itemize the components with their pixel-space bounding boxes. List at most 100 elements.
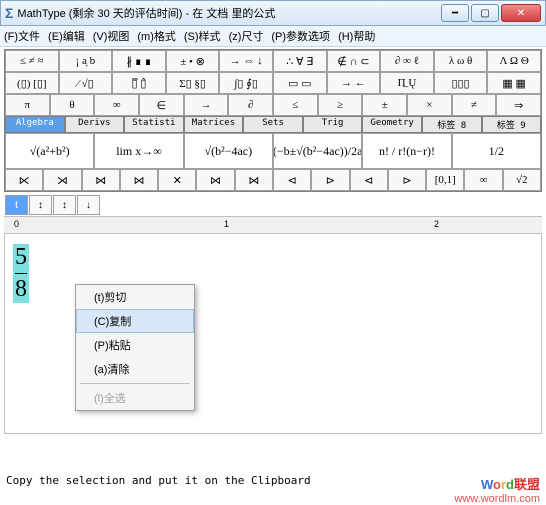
template-1[interactable]: lim x→∞ xyxy=(94,133,183,169)
template-5[interactable]: 1/2 xyxy=(452,133,541,169)
symrow2-3[interactable]: Σ▯ §▯ xyxy=(166,72,220,94)
template-3[interactable]: (−b±√(b²−4ac))/2a xyxy=(273,133,362,169)
template-2[interactable]: √(b²−4ac) xyxy=(184,133,273,169)
ruler-mark-1: 1 xyxy=(224,219,229,229)
symrow3-4[interactable]: → xyxy=(184,94,229,116)
symrow2-5[interactable]: ▭ ▭ xyxy=(273,72,327,94)
symrow4-5[interactable]: ⋈ xyxy=(196,169,234,191)
fraction-selection[interactable]: 5 8 xyxy=(13,244,29,303)
menu-bar: (F)文件 (E)编辑 (V)视图 (m)格式 (S)样式 (z)尺寸 (P)参… xyxy=(0,26,546,47)
menu-size[interactable]: (z)尺寸 xyxy=(229,28,264,44)
symrow4-3[interactable]: ⋈ xyxy=(120,169,158,191)
symrow4-10[interactable]: ⊳ xyxy=(388,169,426,191)
tool-updown-1[interactable]: ↕ xyxy=(29,195,52,215)
symrow4-6[interactable]: ⋈ xyxy=(235,169,273,191)
symrow4-2[interactable]: ⋈ xyxy=(82,169,120,191)
ctx-selectall: (l)全选 xyxy=(76,386,194,410)
watermark-url: www.wordlm.com xyxy=(454,493,540,505)
symrow1-5[interactable]: ∴ ∀ ∃ xyxy=(273,50,327,72)
ctx-separator xyxy=(80,383,190,384)
ruler-mark-0: 0 xyxy=(14,219,19,229)
symrow3-10[interactable]: ≠ xyxy=(452,94,497,116)
tool-down[interactable]: ↓ xyxy=(77,195,100,215)
template-0[interactable]: √(a²+b²) xyxy=(5,133,94,169)
window-title: MathType (剩余 30 天的评估时间) - 在 文档 里的公式 xyxy=(17,5,441,21)
symrow4-0[interactable]: ⋉ xyxy=(5,169,43,191)
symrow3-3[interactable]: ∈ xyxy=(139,94,184,116)
symrow2-0[interactable]: (▯) [▯] xyxy=(5,72,59,94)
window-buttons: ━ ▢ ✕ xyxy=(441,4,541,22)
symrow1-2[interactable]: ∦ ∎ ∎ xyxy=(112,50,166,72)
symrow1-7[interactable]: ∂ ∞ ℓ xyxy=(380,50,434,72)
app-icon: Σ xyxy=(5,5,13,21)
symrow2-4[interactable]: ∫▯ ∮▯ xyxy=(219,72,273,94)
fraction-numerator: 5 xyxy=(15,244,27,271)
menu-style[interactable]: (S)样式 xyxy=(184,28,221,44)
watermark: Word联盟 www.wordlm.com xyxy=(454,474,540,505)
tool-t[interactable]: t xyxy=(5,195,28,215)
tab-geometry[interactable]: Geometry xyxy=(362,116,422,133)
symrow3-0[interactable]: π xyxy=(5,94,50,116)
maximize-button[interactable]: ▢ xyxy=(471,4,499,22)
symrow4-4[interactable]: ✕ xyxy=(158,169,196,191)
ctx-cut[interactable]: (t)剪切 xyxy=(76,285,194,309)
ruler[interactable]: 0 1 2 xyxy=(4,216,542,234)
ctx-paste[interactable]: (P)粘贴 xyxy=(76,333,194,357)
tab-derivs[interactable]: Derivs xyxy=(65,116,125,133)
symrow1-0[interactable]: ≤ ≠ ≈ xyxy=(5,50,59,72)
template-4[interactable]: n! / r!(n−r)! xyxy=(362,133,451,169)
tab-sets[interactable]: Sets xyxy=(243,116,303,133)
symrow3-7[interactable]: ≥ xyxy=(318,94,363,116)
small-toolbar: t ↕ ↕ ↓ xyxy=(4,194,542,216)
tab-标签 9[interactable]: 标签 9 xyxy=(482,116,542,133)
symrow4-7[interactable]: ⊲ xyxy=(273,169,311,191)
symrow1-1[interactable]: ¡ a͎ b xyxy=(59,50,113,72)
symrow3-8[interactable]: ± xyxy=(362,94,407,116)
symrow4-1[interactable]: ⋊ xyxy=(43,169,81,191)
minimize-button[interactable]: ━ xyxy=(441,4,469,22)
menu-edit[interactable]: (E)编辑 xyxy=(48,28,85,44)
context-menu: (t)剪切 (C)复制 (P)粘贴 (a)清除 (l)全选 xyxy=(75,284,195,411)
tab-statisti[interactable]: Statisti xyxy=(124,116,184,133)
symrow4-9[interactable]: ⊲ xyxy=(350,169,388,191)
ctx-copy[interactable]: (C)复制 xyxy=(76,309,194,333)
tab-标签 8[interactable]: 标签 8 xyxy=(422,116,482,133)
symrow4-8[interactable]: ⊳ xyxy=(311,169,349,191)
menu-prefs[interactable]: (P)参数选项 xyxy=(271,28,330,44)
tab-matrices[interactable]: Matrices xyxy=(184,116,244,133)
tool-updown-2[interactable]: ↕ xyxy=(53,195,76,215)
symrow4-12[interactable]: ∞ xyxy=(464,169,502,191)
symrow2-7[interactable]: Π̲ Ų xyxy=(380,72,434,94)
symrow2-6[interactable]: → ← xyxy=(327,72,381,94)
symrow2-8[interactable]: ▯▯▯ xyxy=(434,72,488,94)
fraction-denominator: 8 xyxy=(15,276,27,303)
symrow2-9[interactable]: ▦ ▦ xyxy=(487,72,541,94)
menu-help[interactable]: (H)帮助 xyxy=(338,28,375,44)
editor-canvas[interactable]: 5 8 (t)剪切 (C)复制 (P)粘贴 (a)清除 (l)全选 xyxy=(4,234,542,434)
symrow2-1[interactable]: ⁄ √▯ xyxy=(59,72,113,94)
title-bar: Σ MathType (剩余 30 天的评估时间) - 在 文档 里的公式 ━ … xyxy=(0,0,546,26)
menu-view[interactable]: (V)视图 xyxy=(93,28,130,44)
symrow1-4[interactable]: → ⇔ ↓ xyxy=(219,50,273,72)
symrow3-11[interactable]: ⇒ xyxy=(496,94,541,116)
ctx-clear[interactable]: (a)清除 xyxy=(76,357,194,381)
close-button[interactable]: ✕ xyxy=(501,4,541,22)
tab-algebra[interactable]: Algebra xyxy=(5,116,65,133)
symrow3-6[interactable]: ≤ xyxy=(273,94,318,116)
symrow3-2[interactable]: ∞ xyxy=(94,94,139,116)
symrow4-13[interactable]: √2 xyxy=(503,169,541,191)
symrow1-9[interactable]: Λ Ω Θ xyxy=(487,50,541,72)
symrow3-5[interactable]: ∂ xyxy=(228,94,273,116)
symrow1-6[interactable]: ∉ ∩ ⊂ xyxy=(327,50,381,72)
ruler-mark-2: 2 xyxy=(434,219,439,229)
fraction-bar xyxy=(15,273,27,274)
symrow3-1[interactable]: θ xyxy=(50,94,95,116)
symrow1-8[interactable]: λ ω θ xyxy=(434,50,488,72)
symrow4-11[interactable]: [0,1] xyxy=(426,169,464,191)
tab-trig[interactable]: Trig xyxy=(303,116,363,133)
symrow2-2[interactable]: ▯̅ ▯̂ xyxy=(112,72,166,94)
symrow3-9[interactable]: × xyxy=(407,94,452,116)
menu-file[interactable]: (F)文件 xyxy=(4,28,40,44)
symrow1-3[interactable]: ± • ⊗ xyxy=(166,50,220,72)
menu-format[interactable]: (m)格式 xyxy=(137,28,176,44)
